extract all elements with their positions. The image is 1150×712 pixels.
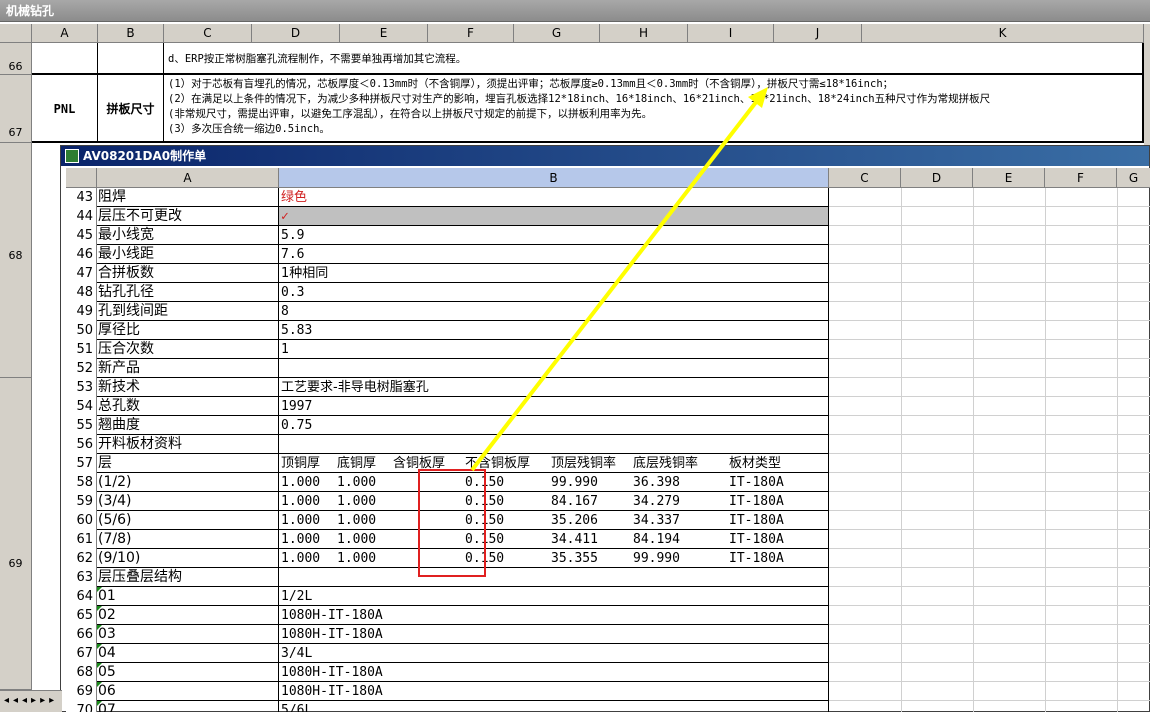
sheet-tab-navigation[interactable]: ◂◂◂▸▸▸ [0, 690, 62, 712]
annotation-arrow [470, 87, 768, 472]
spreadsheet-app: 机械钻孔 A B C D E F G H I J K 66 67 68 69 d… [0, 0, 1150, 712]
arrow-head [748, 87, 768, 108]
arrow-line [470, 95, 762, 472]
